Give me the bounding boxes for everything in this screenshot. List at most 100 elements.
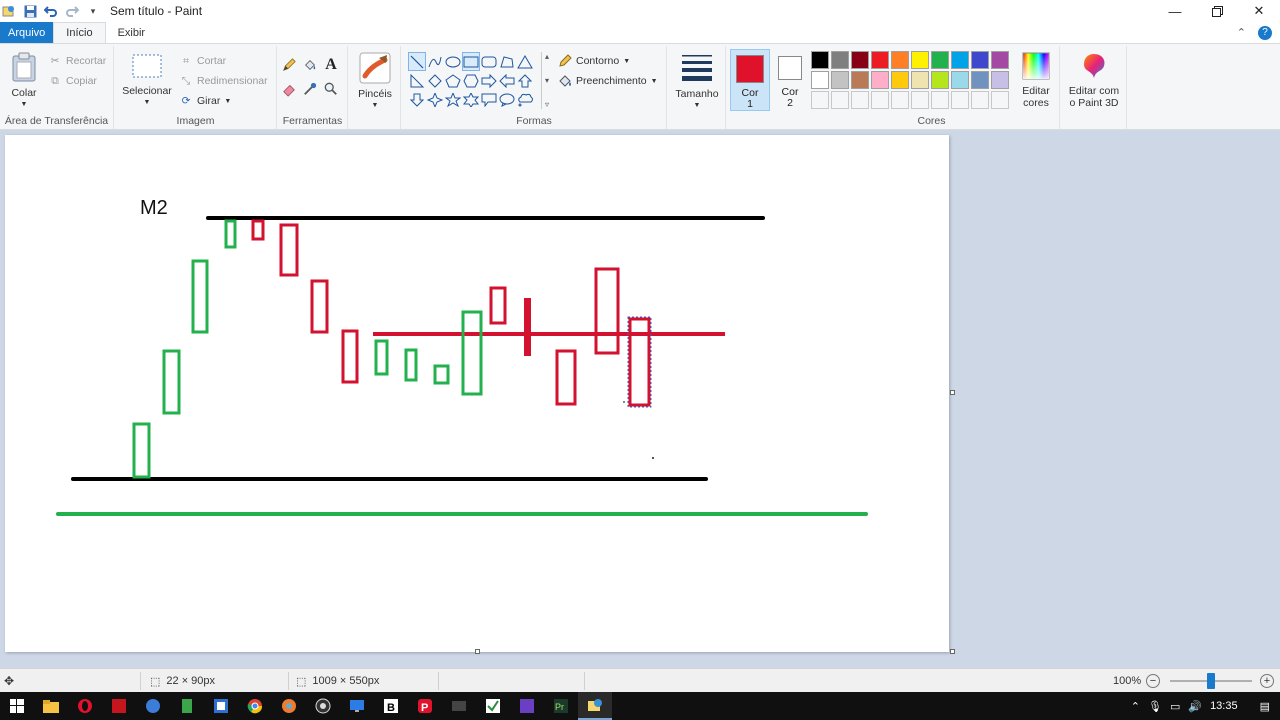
eraser-icon[interactable] (282, 82, 296, 97)
blue-globe-icon[interactable] (136, 692, 170, 720)
b-app-icon[interactable]: B (374, 692, 408, 720)
size-button[interactable]: Tamanho ▼ (672, 52, 722, 112)
canvas-resize-handle-right[interactable] (950, 390, 955, 395)
rt-app-icon[interactable] (510, 692, 544, 720)
four-point-star-shape-icon[interactable] (426, 90, 444, 109)
chrome-icon[interactable] (238, 692, 272, 720)
five-point-star-shape-icon[interactable] (444, 90, 462, 109)
color-swatch[interactable] (931, 71, 949, 89)
rect-callout-shape-icon[interactable] (480, 90, 498, 109)
outline-button[interactable]: Contorno ▼ (558, 54, 630, 68)
color-picker-icon[interactable] (303, 82, 317, 96)
chevron-up-icon[interactable]: ⌃ (1131, 700, 1140, 713)
expand-gallery-icon[interactable]: ▿ (545, 100, 549, 109)
custom-color-slot[interactable] (811, 91, 829, 109)
custom-color-slot[interactable] (871, 91, 889, 109)
text-icon[interactable]: A (324, 56, 338, 73)
paint-taskbar-icon[interactable] (578, 692, 612, 720)
edit-with-paint3d-button[interactable]: Editar com o Paint 3D (1064, 52, 1124, 109)
color2-button[interactable]: Cor 2 (772, 49, 808, 111)
brushes-button[interactable]: Pincéis ▼ (357, 52, 393, 112)
hexagon-shape-icon[interactable] (462, 71, 480, 90)
triangle-shape-icon[interactable] (516, 52, 534, 71)
green-book-icon[interactable] (170, 692, 204, 720)
color-swatch[interactable] (931, 51, 949, 69)
premiere-icon[interactable]: Pr (544, 692, 578, 720)
color-swatch[interactable] (951, 71, 969, 89)
customize-qat-icon[interactable]: ▾ (86, 4, 100, 18)
network-icon[interactable]: ▭ (1170, 700, 1180, 713)
shapes-scrollbar[interactable]: ▴ ▾ ▿ (541, 52, 552, 109)
left-arrow-shape-icon[interactable] (498, 71, 516, 90)
rotate-button[interactable]: ⟳ Girar ▼ (179, 94, 232, 108)
color-swatch[interactable] (851, 51, 869, 69)
up-arrow-shape-icon[interactable] (516, 71, 534, 90)
polygon-shape-icon[interactable] (498, 52, 516, 71)
oval-callout-shape-icon[interactable] (498, 90, 516, 109)
custom-color-slot[interactable] (991, 91, 1009, 109)
custom-color-slot[interactable] (951, 91, 969, 109)
copy-button[interactable]: ⧉ Copiar (48, 74, 97, 88)
line-shape-icon[interactable] (408, 52, 426, 71)
color-swatch[interactable] (831, 51, 849, 69)
undo-icon[interactable] (44, 4, 58, 18)
color-swatch[interactable] (811, 71, 829, 89)
zoom-out-button[interactable]: − (1146, 669, 1160, 693)
color-swatch[interactable] (831, 71, 849, 89)
oval-shape-icon[interactable] (444, 52, 462, 71)
tab-view[interactable]: Exibir (106, 22, 158, 43)
custom-color-slot[interactable] (831, 91, 849, 109)
custom-color-slot[interactable] (931, 91, 949, 109)
crop-button[interactable]: ⌗ Cortar (179, 54, 226, 68)
fill-icon[interactable] (303, 58, 317, 72)
restore-button[interactable] (1196, 0, 1238, 22)
file-explorer-icon[interactable] (34, 692, 68, 720)
resize-button[interactable]: ⤡ Redimensionar (179, 74, 268, 88)
monitor-app-icon[interactable] (340, 692, 374, 720)
custom-color-slot[interactable] (971, 91, 989, 109)
volume-icon[interactable]: 🔊 (1188, 700, 1202, 713)
scroll-down-icon[interactable]: ▾ (545, 76, 549, 85)
cut-button[interactable]: ✂ Recortar (48, 54, 107, 68)
diamond-shape-icon[interactable] (426, 71, 444, 90)
paste-button[interactable]: Colar ▼ (8, 52, 40, 111)
color-swatch[interactable] (991, 71, 1009, 89)
color-swatch[interactable] (971, 51, 989, 69)
color-swatch[interactable] (911, 71, 929, 89)
color-swatch[interactable] (971, 71, 989, 89)
minimize-button[interactable]: — (1154, 0, 1196, 22)
cloud-callout-shape-icon[interactable] (516, 90, 534, 109)
tab-home[interactable]: Início (53, 22, 106, 43)
pentagon-shape-icon[interactable] (444, 71, 462, 90)
selected-red-candle[interactable] (628, 317, 651, 407)
redo-icon[interactable] (65, 4, 79, 18)
canvas-resize-handle-bottom[interactable] (475, 649, 480, 654)
zoom-in-button[interactable]: + (1260, 669, 1274, 693)
down-arrow-shape-icon[interactable] (408, 90, 426, 109)
blue-tool-icon[interactable] (204, 692, 238, 720)
obs-icon[interactable] (306, 692, 340, 720)
color-swatch[interactable] (871, 51, 889, 69)
fill-button[interactable]: Preenchimento ▼ (558, 74, 658, 88)
microphone-icon[interactable]: 🎙 (1148, 700, 1162, 713)
close-button[interactable]: ✕ (1238, 0, 1280, 22)
edit-colors-button[interactable]: Editar cores (1014, 52, 1058, 109)
tab-file[interactable]: Arquivo (0, 22, 54, 43)
color1-button[interactable]: Cor 1 (730, 49, 770, 111)
color-swatch[interactable] (911, 51, 929, 69)
scroll-up-icon[interactable]: ▴ (545, 52, 549, 61)
zoom-slider-thumb[interactable] (1207, 673, 1215, 689)
pinwheel-icon[interactable] (272, 692, 306, 720)
start-button[interactable] (0, 692, 34, 720)
collapse-ribbon-icon[interactable]: ⌃ (1237, 26, 1246, 39)
clock[interactable]: 13:35 (1210, 700, 1238, 712)
color-swatch[interactable] (951, 51, 969, 69)
drawing-canvas[interactable]: M2 (5, 135, 949, 652)
right-arrow-shape-icon[interactable] (480, 71, 498, 90)
custom-color-slot[interactable] (891, 91, 909, 109)
p-app-icon[interactable]: P (408, 692, 442, 720)
curve-shape-icon[interactable] (426, 52, 444, 71)
notification-icon[interactable]: ▤ (1260, 700, 1270, 713)
help-icon[interactable]: ? (1258, 25, 1272, 40)
color-swatch[interactable] (891, 51, 909, 69)
